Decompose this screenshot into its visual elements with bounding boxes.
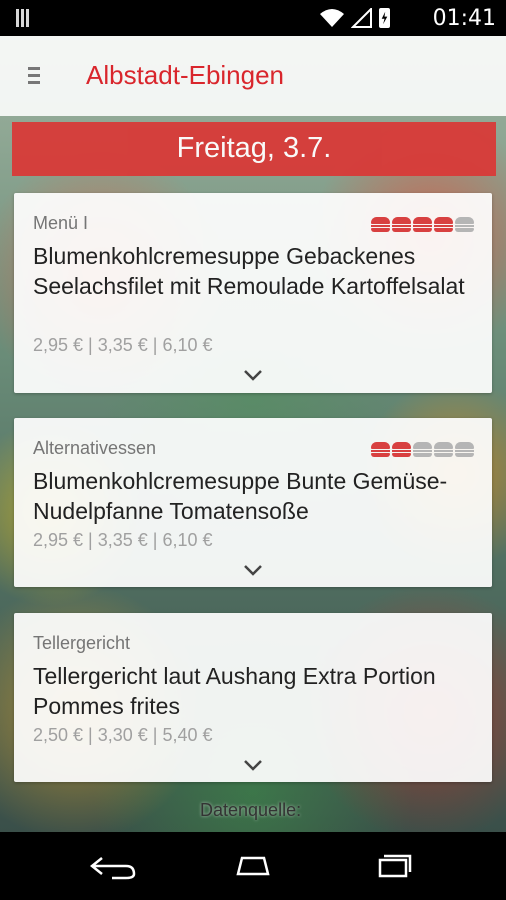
meal-name: Tellergericht laut Aushang Extra Portion… bbox=[33, 663, 436, 719]
chevron-down-icon[interactable] bbox=[243, 759, 263, 771]
app-title: Albstadt-Ebingen bbox=[86, 60, 285, 90]
wifi-icon bbox=[320, 9, 344, 27]
notification-icon bbox=[16, 9, 32, 27]
meal-category: Menü I bbox=[33, 213, 89, 233]
status-bar: 01:41 bbox=[0, 0, 506, 36]
day-title: Freitag, 3.7. bbox=[176, 132, 332, 164]
rating-burger-empty-icon bbox=[455, 442, 474, 457]
status-icons bbox=[319, 8, 390, 28]
status-time: 01:41 bbox=[432, 6, 496, 31]
datasource-label: Datenquelle: bbox=[200, 800, 302, 820]
rating-burger-empty-icon bbox=[434, 442, 453, 457]
meal-card[interactable]: Alternativessen Blumenkohlcremesuppe Bun… bbox=[14, 418, 492, 587]
rating-burger-filled-icon bbox=[434, 217, 453, 232]
home-icon[interactable] bbox=[228, 850, 278, 882]
rating-burger-filled-icon bbox=[392, 442, 411, 457]
chevron-down-icon[interactable] bbox=[243, 369, 263, 381]
meal-prices: 2,95 € | 3,35 € | 6,10 € bbox=[33, 335, 213, 355]
meal-card[interactable]: Menü I Blumenkohlcremesuppe Gebackenes S… bbox=[14, 193, 492, 393]
navigation-bar bbox=[0, 832, 506, 900]
meal-name: Blumenkohlcremesuppe Gebackenes Seelachs… bbox=[33, 243, 465, 299]
meal-category: Tellergericht bbox=[33, 633, 131, 653]
meal-category: Alternativessen bbox=[33, 438, 157, 458]
meal-prices: 2,95 € | 3,35 € | 6,10 € bbox=[33, 530, 213, 550]
battery-charging-icon bbox=[379, 8, 390, 28]
meal-name: Blumenkohlcremesuppe Bunte Gemüse-Nudelp… bbox=[33, 468, 448, 524]
rating-burger-filled-icon bbox=[413, 217, 432, 232]
rating-burger-filled-icon bbox=[392, 217, 411, 232]
rating-burger-empty-icon bbox=[413, 442, 432, 457]
signal-icon bbox=[351, 8, 372, 28]
meal-rating bbox=[371, 442, 474, 457]
hamburger-menu-icon[interactable] bbox=[24, 64, 44, 86]
chevron-down-icon[interactable] bbox=[243, 564, 263, 576]
meal-prices: 2,50 € | 3,30 € | 5,40 € bbox=[33, 725, 213, 745]
back-icon[interactable] bbox=[88, 850, 138, 882]
day-header: Freitag, 3.7. bbox=[12, 122, 496, 176]
meal-card[interactable]: Tellergericht Tellergericht laut Aushang… bbox=[14, 613, 492, 782]
main-content[interactable]: Albstadt-Ebingen Freitag, 3.7. Menü I Bl… bbox=[0, 36, 506, 832]
meal-rating bbox=[371, 217, 474, 232]
rating-burger-filled-icon bbox=[371, 442, 390, 457]
rating-burger-empty-icon bbox=[455, 217, 474, 232]
recent-apps-icon[interactable] bbox=[370, 850, 420, 882]
rating-burger-filled-icon bbox=[371, 217, 390, 232]
app-bar: Albstadt-Ebingen bbox=[0, 36, 506, 116]
